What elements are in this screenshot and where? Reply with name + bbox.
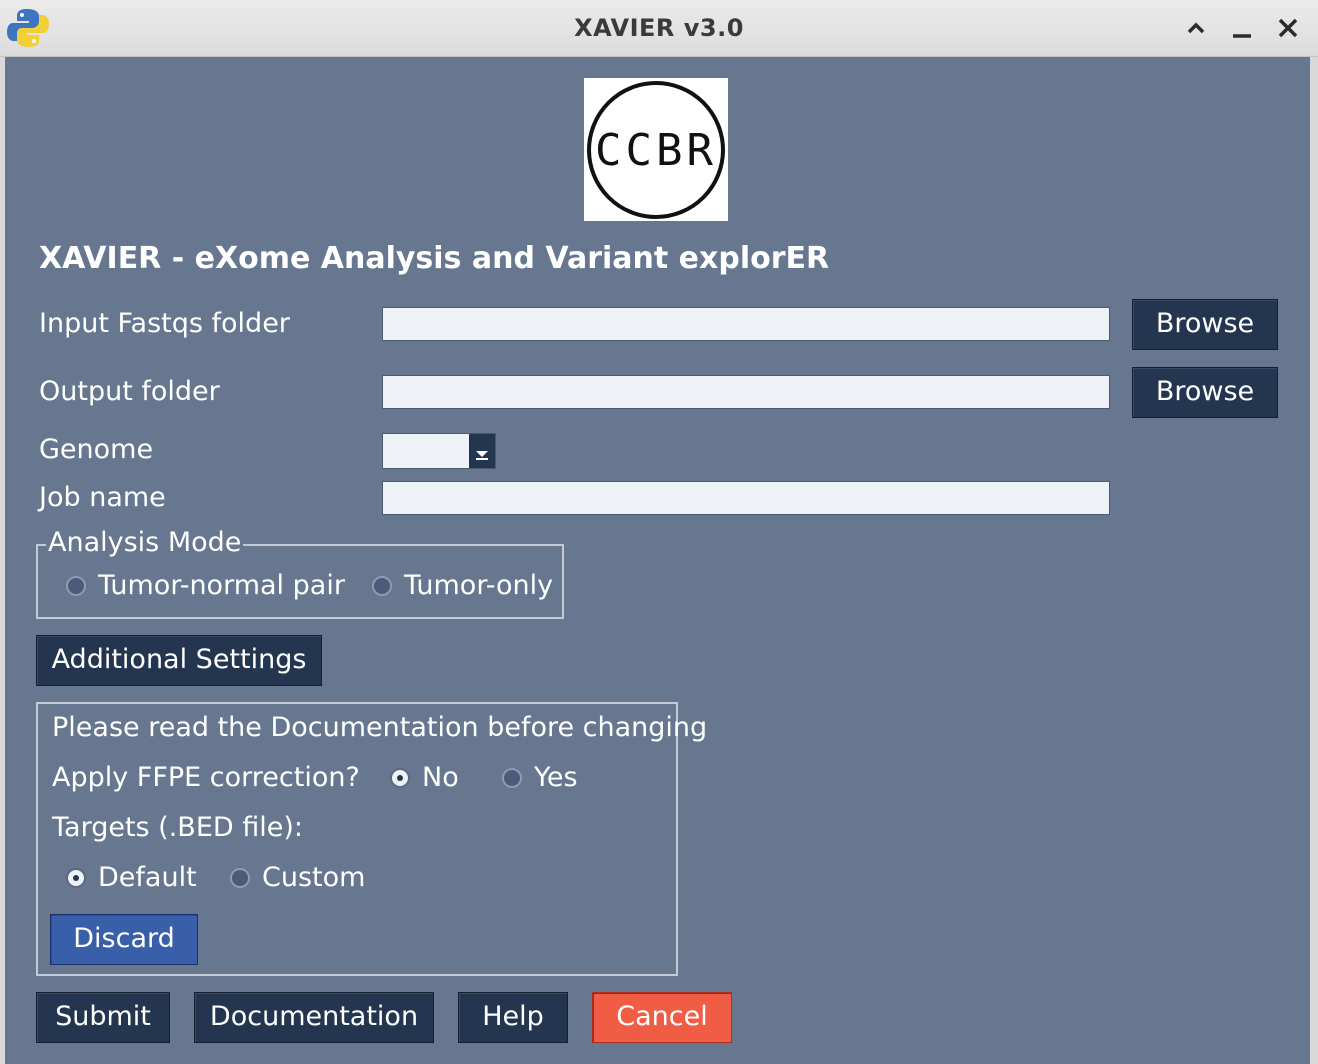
- input-fastqs-field[interactable]: [382, 307, 1110, 341]
- logo-emblem: CCBR: [587, 81, 725, 219]
- ccbr-logo: CCBR: [584, 78, 728, 221]
- tumor-normal-label[interactable]: Tumor-normal pair: [98, 569, 345, 603]
- job-name-label: Job name: [39, 482, 166, 513]
- chevron-down-icon[interactable]: [469, 434, 495, 468]
- ffpe-yes-radio[interactable]: [502, 768, 522, 788]
- main-panel: CCBR XAVIER - eXome Analysis and Variant…: [5, 57, 1310, 1064]
- documentation-note: Please read the Documentation before cha…: [52, 712, 708, 743]
- maximize-icon[interactable]: [1182, 14, 1210, 42]
- tumor-only-label[interactable]: Tumor-only: [404, 569, 553, 603]
- submit-button[interactable]: Submit: [36, 992, 170, 1043]
- window-title: XAVIER v3.0: [574, 14, 744, 42]
- app-heading: XAVIER - eXome Analysis and Variant expl…: [39, 241, 830, 276]
- job-name-field[interactable]: [382, 481, 1110, 515]
- ffpe-no-radio[interactable]: [390, 768, 410, 788]
- minimize-icon[interactable]: [1228, 14, 1256, 42]
- targets-default-label[interactable]: Default: [98, 861, 197, 895]
- output-folder-field[interactable]: [382, 375, 1110, 409]
- documentation-button[interactable]: Documentation: [194, 992, 434, 1043]
- browse-output-button[interactable]: Browse: [1132, 367, 1278, 418]
- close-icon[interactable]: [1274, 14, 1302, 42]
- ffpe-no-label[interactable]: No: [422, 761, 459, 795]
- ffpe-yes-label[interactable]: Yes: [534, 761, 578, 795]
- input-fastqs-label: Input Fastqs folder: [39, 308, 290, 339]
- logo-text: CCBR: [595, 125, 717, 176]
- targets-custom-radio[interactable]: [230, 868, 250, 888]
- ffpe-label: Apply FFPE correction?: [52, 762, 360, 793]
- window-titlebar[interactable]: XAVIER v3.0: [0, 0, 1318, 57]
- discard-button[interactable]: Discard: [50, 914, 198, 965]
- tumor-normal-radio[interactable]: [66, 576, 86, 596]
- genome-select[interactable]: [382, 433, 496, 469]
- additional-settings-button[interactable]: Additional Settings: [36, 635, 322, 686]
- analysis-mode-legend: Analysis Mode: [46, 527, 244, 558]
- cancel-button[interactable]: Cancel: [592, 992, 732, 1043]
- browse-input-button[interactable]: Browse: [1132, 299, 1278, 350]
- targets-default-radio[interactable]: [66, 868, 86, 888]
- tumor-only-radio[interactable]: [372, 576, 392, 596]
- output-folder-label: Output folder: [39, 376, 220, 407]
- help-button[interactable]: Help: [458, 992, 568, 1043]
- targets-label: Targets (.BED file):: [52, 812, 304, 843]
- targets-custom-label[interactable]: Custom: [262, 861, 365, 895]
- genome-label: Genome: [39, 434, 154, 465]
